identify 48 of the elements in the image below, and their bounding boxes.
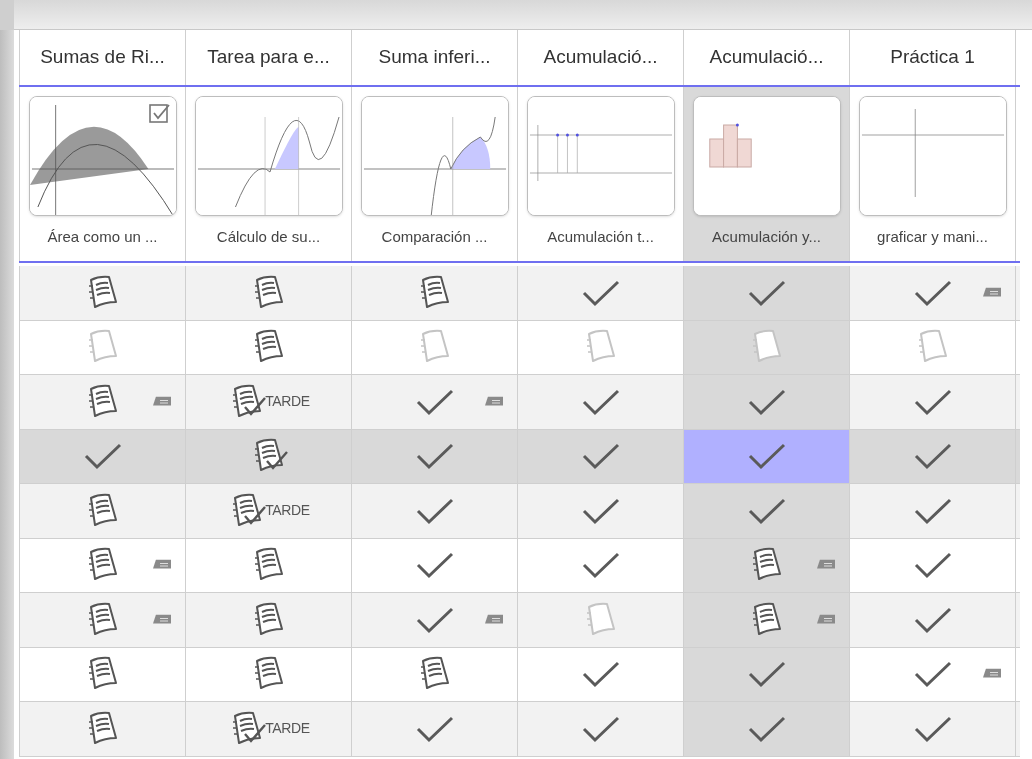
grade-cell[interactable]: [683, 647, 850, 701]
comment-icon[interactable]: [153, 614, 171, 626]
checkmark-icon: [414, 550, 455, 581]
grade-cell[interactable]: TARDE: [185, 484, 352, 538]
checkmark-icon: [580, 659, 621, 690]
grade-cell[interactable]: TARDE: [185, 702, 352, 756]
grade-cell[interactable]: [683, 593, 850, 647]
column-header[interactable]: Suma inferi...: [378, 43, 491, 72]
comment-icon[interactable]: [153, 396, 171, 408]
grade-cell[interactable]: TARDE: [185, 375, 352, 429]
late-label: TARDE: [265, 392, 310, 412]
grade-cell[interactable]: [683, 266, 850, 320]
comment-icon[interactable]: [983, 668, 1001, 680]
activity-subtitle: Área como un ...: [47, 227, 158, 247]
grade-cell[interactable]: [683, 320, 850, 374]
activity-subtitle: Comparación ...: [381, 227, 488, 247]
checkmark-icon: [580, 441, 621, 472]
checkmark-icon: [912, 550, 953, 581]
late-label: TARDE: [265, 719, 310, 739]
comment-icon[interactable]: [485, 396, 503, 408]
late-label: TARDE: [265, 501, 310, 521]
grade-cell[interactable]: [683, 429, 850, 483]
column-header[interactable]: Acumulació...: [543, 43, 658, 72]
comment-icon[interactable]: [983, 287, 1001, 299]
grade-cell[interactable]: [683, 702, 850, 756]
column-header[interactable]: Tarea para e...: [207, 43, 330, 72]
column-header[interactable]: Acumulació...: [709, 43, 824, 72]
column-header[interactable]: Sumas de Ri...: [40, 43, 165, 72]
grade-cell[interactable]: [683, 538, 850, 592]
comment-icon[interactable]: [817, 614, 835, 626]
checkmark-icon: [414, 441, 455, 472]
checkmark-icon: [746, 441, 787, 472]
comment-icon[interactable]: [153, 559, 171, 571]
comment-icon[interactable]: [485, 614, 503, 626]
comment-icon[interactable]: [817, 559, 835, 571]
grade-cell[interactable]: [683, 484, 850, 538]
activity-subtitle: Acumulación t...: [547, 227, 654, 247]
activity-subtitle: graficar y mani...: [877, 227, 988, 247]
checkmark-icon: [82, 441, 123, 472]
checkmark-icon: [912, 441, 953, 472]
grade-cell[interactable]: [683, 375, 850, 429]
checkmark-icon: [580, 550, 621, 581]
checkmark-icon: [746, 659, 787, 690]
checkmark-icon: [912, 659, 953, 690]
activity-subtitle: Acumulación y...: [712, 227, 821, 247]
activity-subtitle: Cálculo de su...: [216, 227, 321, 247]
column-header[interactable]: Práctica 1: [890, 43, 975, 72]
checkbox-icon[interactable]: [148, 102, 171, 124]
